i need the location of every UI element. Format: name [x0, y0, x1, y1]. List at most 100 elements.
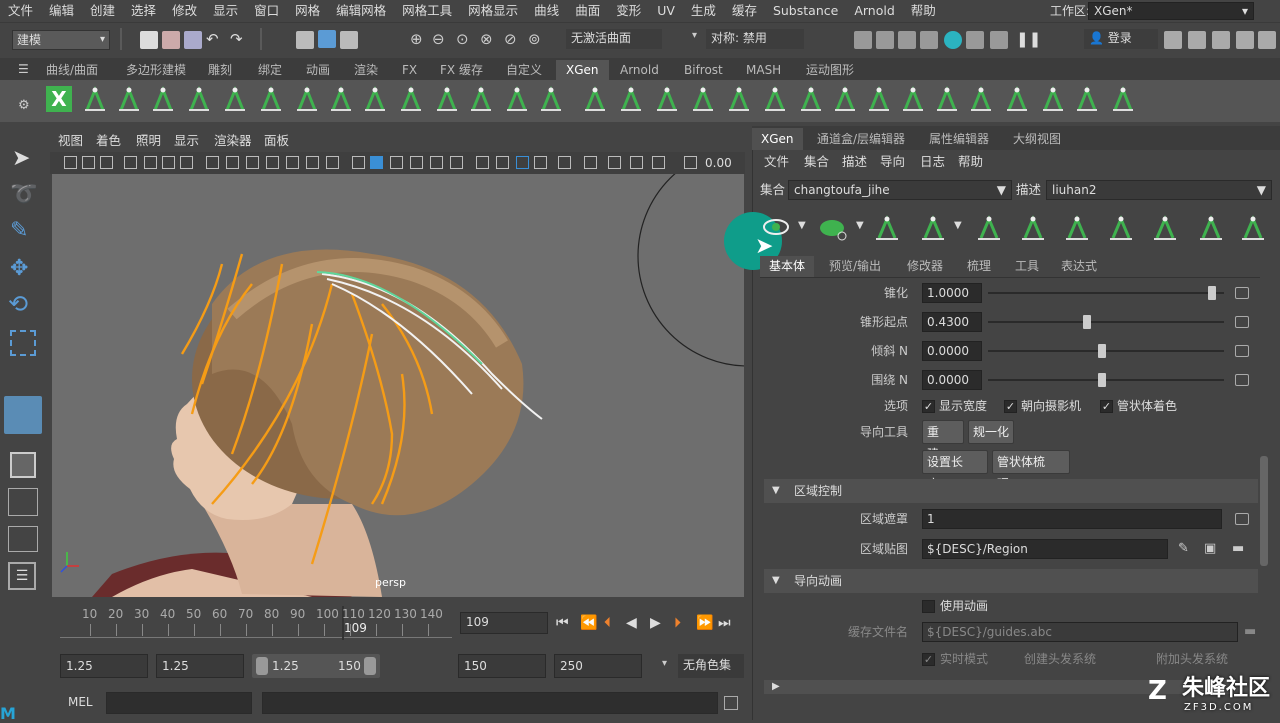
- xgen-subtab[interactable]: 修改器: [898, 256, 952, 277]
- xgen-shelf-tool-icon[interactable]: [900, 84, 926, 114]
- attach-hair-system-button[interactable]: 附加头发系统: [1156, 651, 1228, 667]
- hypershade-icon[interactable]: [920, 31, 938, 49]
- step-back-key-icon[interactable]: ⏪: [580, 614, 597, 632]
- select-tool-icon[interactable]: ➤: [12, 146, 30, 171]
- viewport-toolbar-icon[interactable]: [370, 156, 383, 169]
- xgen-menu-item[interactable]: 帮助: [958, 152, 983, 172]
- viewport-toolbar-icon[interactable]: [206, 156, 219, 169]
- menu-item[interactable]: 窗口: [246, 0, 287, 22]
- menu-item[interactable]: 网格: [287, 0, 328, 22]
- xgen-shelf-tool-icon[interactable]: [362, 84, 388, 114]
- param-slider-track[interactable]: [988, 321, 1224, 323]
- shelf-tab[interactable]: 自定义: [496, 60, 552, 80]
- lasso-tool-icon[interactable]: ➰: [10, 182, 37, 207]
- menu-item[interactable]: 编辑: [41, 0, 82, 22]
- menuset-select[interactable]: 建模 ▾: [12, 30, 110, 50]
- xgen-shelf-tool-icon[interactable]: [328, 84, 354, 114]
- xgen-shelf-tool-icon[interactable]: [618, 84, 644, 114]
- panel-scrollbar[interactable]: [1260, 456, 1268, 566]
- param-map-icon[interactable]: [1235, 374, 1249, 386]
- xgen-shelf-tool-icon[interactable]: [538, 84, 564, 114]
- save-map-icon[interactable]: ▣: [1204, 541, 1216, 556]
- viewport-toolbar-icon[interactable]: [226, 156, 239, 169]
- exposure-field[interactable]: 0.00: [700, 154, 740, 174]
- guide-tool-icon[interactable]: [1196, 212, 1226, 242]
- param-slider-handle[interactable]: [1208, 286, 1216, 300]
- viewport-toolbar-icon[interactable]: [180, 156, 193, 169]
- play-forward-icon[interactable]: ▶: [650, 614, 661, 632]
- menu-item[interactable]: 创建: [82, 0, 123, 22]
- playback-start-field[interactable]: 1.25: [156, 654, 244, 678]
- four-view-layout-icon[interactable]: [8, 488, 38, 516]
- xgen-subtab[interactable]: 基本体: [760, 256, 815, 277]
- viewport-toolbar-icon[interactable]: [246, 156, 259, 169]
- menu-item[interactable]: 网格显示: [460, 0, 526, 22]
- xgen-shelf-tool-icon[interactable]: [726, 84, 752, 114]
- viewport-toolbar-icon[interactable]: [410, 156, 423, 169]
- viewport-toolbar-icon[interactable]: [430, 156, 443, 169]
- viewport-toolbar-icon[interactable]: [534, 156, 547, 169]
- chevron-down-icon[interactable]: ▼: [954, 220, 962, 231]
- set-length-button[interactable]: 设置长度...: [922, 450, 988, 491]
- shelf-tab[interactable]: XGen: [556, 60, 609, 80]
- viewport-toolbar-icon[interactable]: [286, 156, 299, 169]
- xgen-subtab[interactable]: 预览/输出: [820, 256, 890, 277]
- viewport-toolbar-icon[interactable]: [266, 156, 279, 169]
- snap-view-icon[interactable]: ⊗: [480, 30, 493, 48]
- viewport-toolbar-icon[interactable]: [558, 156, 571, 169]
- guide-tool-icon[interactable]: [1018, 212, 1048, 242]
- xgen-subtab[interactable]: 工具: [1006, 256, 1048, 277]
- scene-start-field[interactable]: 1.25: [60, 654, 148, 678]
- menu-item[interactable]: 网格工具: [394, 0, 460, 22]
- xgen-shelf-tool-icon[interactable]: [222, 84, 248, 114]
- guide-animation-section[interactable]: ▼ 导向动画: [764, 569, 1258, 593]
- snap-live-icon[interactable]: ⊚: [528, 30, 541, 48]
- xgen-subtab[interactable]: 梳理: [958, 256, 1000, 277]
- two-view-layout-icon[interactable]: [8, 526, 38, 552]
- guide-tool-icon[interactable]: [918, 212, 948, 242]
- param-slider-handle[interactable]: [1098, 373, 1106, 387]
- guide-visibility-eye-icon[interactable]: [762, 216, 790, 238]
- symmetry-field[interactable]: 对称: 禁用: [706, 29, 804, 49]
- menu-item[interactable]: 选择: [123, 0, 164, 22]
- xgen-shelf-tool-icon[interactable]: [150, 84, 176, 114]
- viewport-menu-item[interactable]: 着色: [96, 130, 121, 152]
- chevron-down-icon[interactable]: ▼: [798, 220, 806, 231]
- xgen-shelf-tool-icon[interactable]: [258, 84, 284, 114]
- region-map-field[interactable]: ${DESC}/Region: [922, 539, 1168, 559]
- param-slider-track[interactable]: [988, 350, 1224, 352]
- mel-input[interactable]: [106, 692, 252, 714]
- shelf-tab[interactable]: 曲线/曲面: [36, 60, 108, 80]
- viewport-toolbar-icon[interactable]: [450, 156, 463, 169]
- viewport-toolbar-icon[interactable]: [630, 156, 643, 169]
- viewport-toolbar-icon[interactable]: [608, 156, 621, 169]
- shelf-tab[interactable]: 绑定: [248, 60, 292, 80]
- menu-item[interactable]: Arnold: [846, 0, 902, 22]
- param-slider-track[interactable]: [988, 379, 1224, 381]
- xgen-subtab[interactable]: 表达式: [1052, 256, 1106, 277]
- menu-item[interactable]: 文件: [0, 0, 41, 22]
- viewport-toolbar-icon[interactable]: [306, 156, 319, 169]
- xgen-shelf-tool-icon[interactable]: [1074, 84, 1100, 114]
- xgen-shelf-tool-icon[interactable]: [1004, 84, 1030, 114]
- viewport-toolbar-icon[interactable]: [652, 156, 665, 169]
- xgen-menu-item[interactable]: 导向: [880, 152, 905, 172]
- xgen-shelf-tool-icon[interactable]: [116, 84, 142, 114]
- render-frame-icon[interactable]: [854, 31, 872, 49]
- arnold-render-icon[interactable]: [944, 31, 962, 49]
- viewport-menu-item[interactable]: 视图: [58, 130, 83, 152]
- collection-select[interactable]: changtoufa_jihe ▼: [788, 180, 1012, 200]
- option-checkbox[interactable]: ✓: [922, 400, 935, 413]
- menu-item[interactable]: 曲面: [567, 0, 608, 22]
- viewport-toolbar-icon[interactable]: [496, 156, 509, 169]
- panel-tab[interactable]: 属性编辑器: [920, 128, 998, 150]
- param-slider-track[interactable]: [988, 292, 1224, 294]
- chevron-down-icon[interactable]: ▾: [692, 30, 697, 41]
- panel-tab[interactable]: XGen: [752, 128, 803, 150]
- modeling-toolkit-icon[interactable]: [1164, 31, 1182, 49]
- param-map-icon[interactable]: [1235, 345, 1249, 357]
- shelf-gear-icon[interactable]: ⚙: [18, 98, 30, 113]
- menu-item[interactable]: UV: [649, 0, 683, 22]
- xgen-shelf-tool-icon[interactable]: [968, 84, 994, 114]
- param-slider-handle[interactable]: [1098, 344, 1106, 358]
